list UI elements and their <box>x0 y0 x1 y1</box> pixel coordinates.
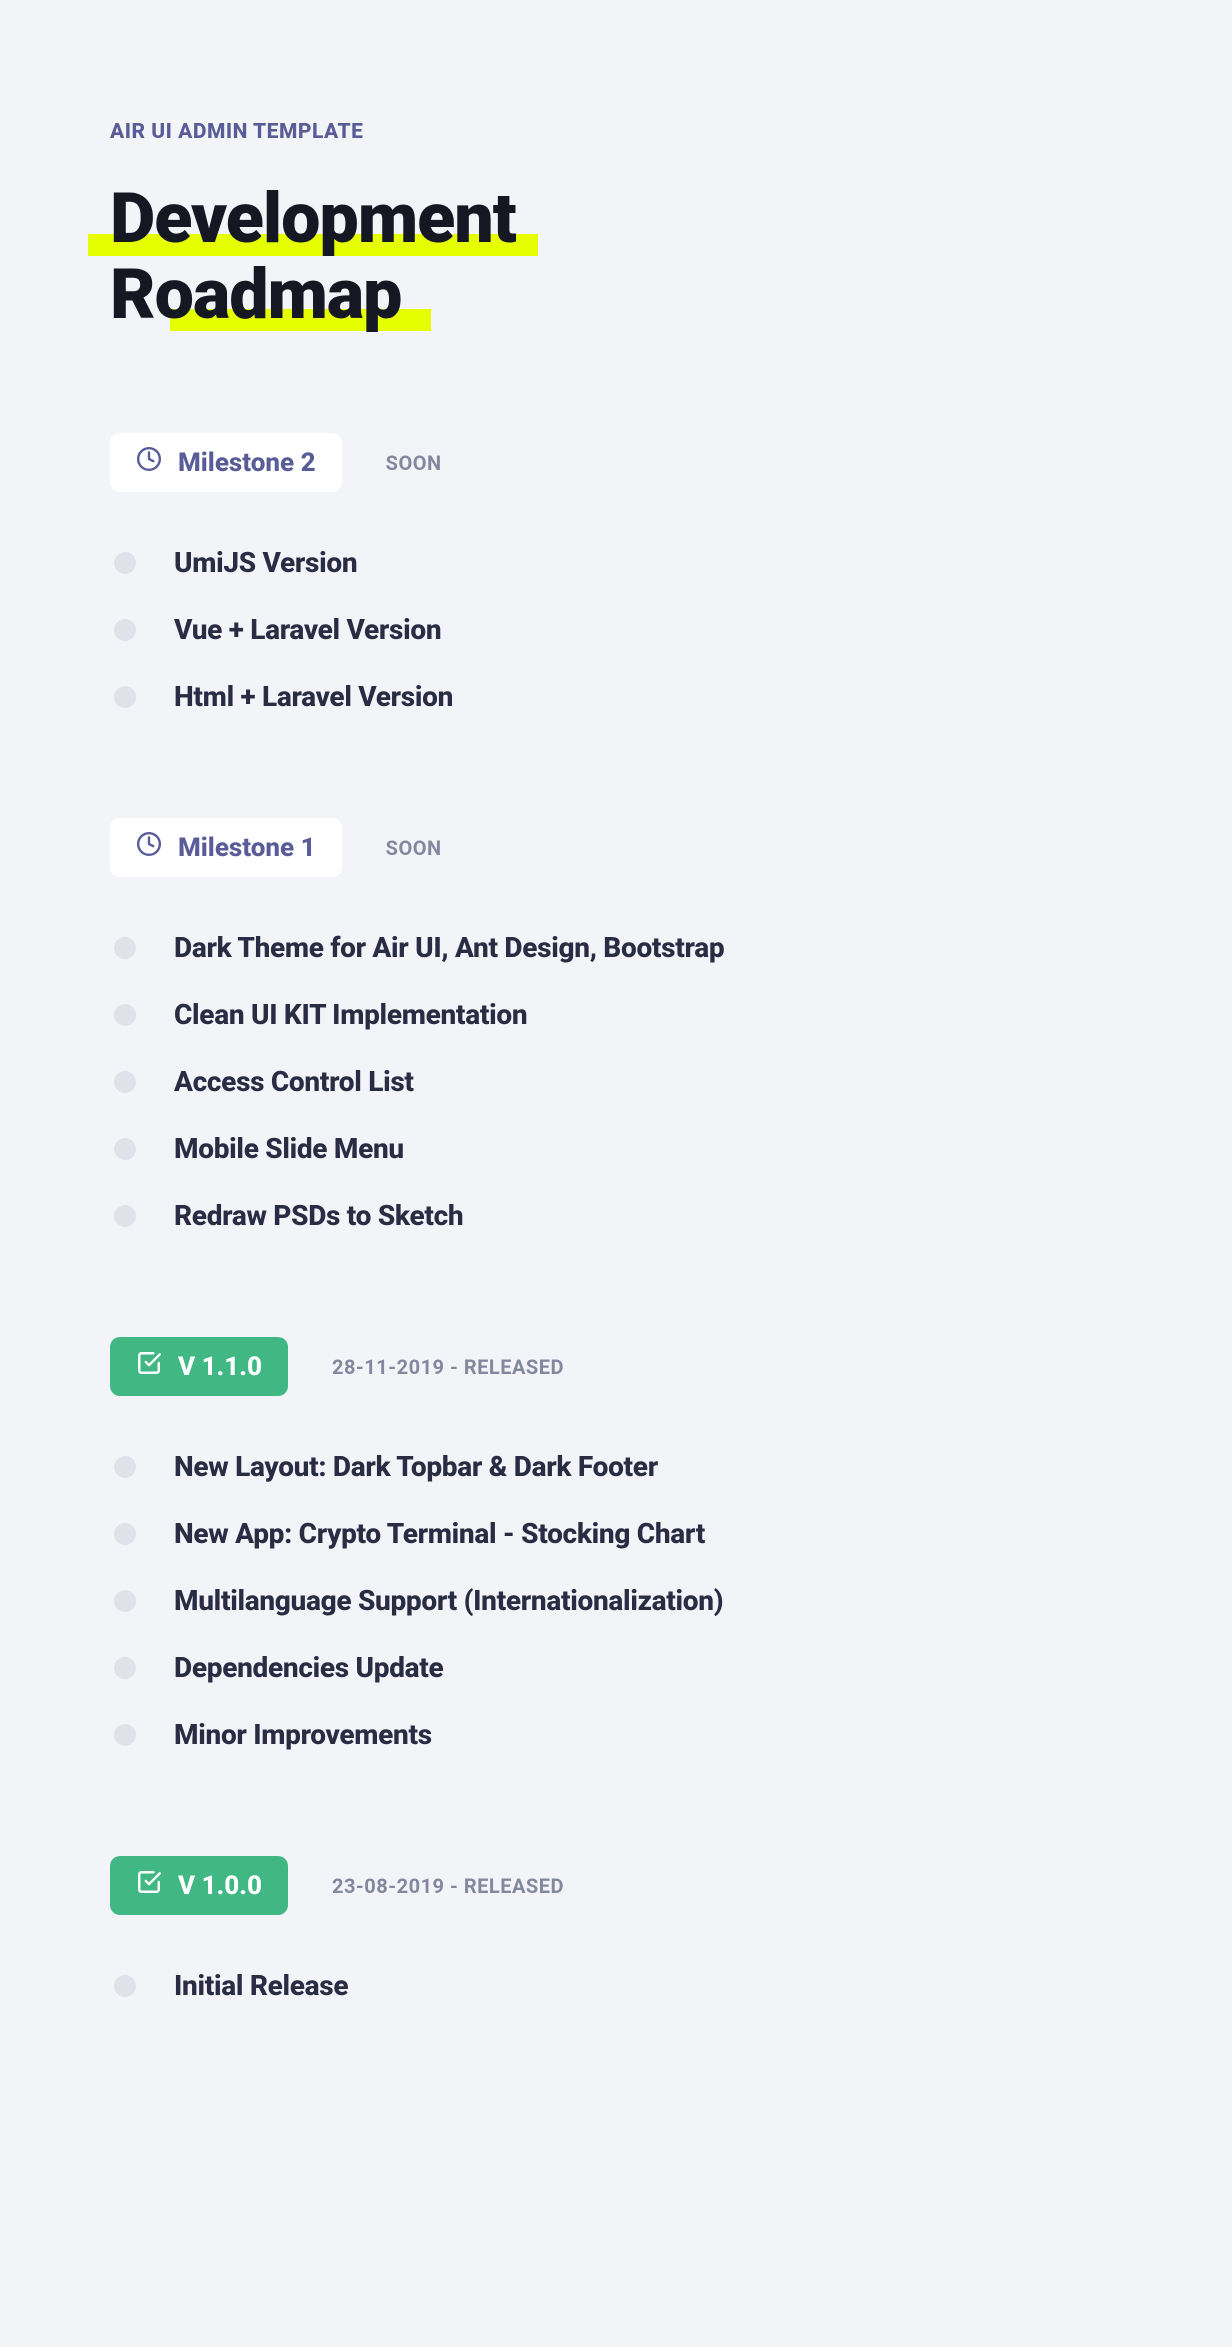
item-label: UmiJS Version <box>174 546 357 579</box>
check-icon <box>136 1350 162 1383</box>
list-item: Dependencies Update <box>114 1651 1122 1684</box>
roadmap-section: Milestone 2 SOON UmiJS Version Vue + Lar… <box>110 433 1122 713</box>
list-item: Multilanguage Support (Internationalizat… <box>114 1584 1122 1617</box>
item-label: Multilanguage Support (Internationalizat… <box>174 1584 723 1617</box>
item-label: Minor Improvements <box>174 1718 432 1751</box>
bullet-icon <box>114 1071 136 1093</box>
roadmap-section: V 1.1.0 28-11-2019 - RELEASED New Layout… <box>110 1337 1122 1751</box>
list-item: Vue + Laravel Version <box>114 613 1122 646</box>
bullet-icon <box>114 1724 136 1746</box>
title-line-1: Development <box>110 182 516 258</box>
badge-label: V 1.1.0 <box>178 1352 262 1382</box>
item-list: New Layout: Dark Topbar & Dark Footer Ne… <box>110 1450 1122 1751</box>
item-label: Vue + Laravel Version <box>174 613 441 646</box>
roadmap-section: V 1.0.0 23-08-2019 - RELEASED Initial Re… <box>110 1856 1122 2002</box>
badge-meta: 28-11-2019 - RELEASED <box>332 1355 564 1379</box>
version-badge: V 1.1.0 <box>110 1337 288 1396</box>
item-label: Dark Theme for Air UI, Ant Design, Boots… <box>174 931 724 964</box>
list-item: Mobile Slide Menu <box>114 1132 1122 1165</box>
item-label: New App: Crypto Terminal - Stocking Char… <box>174 1517 705 1550</box>
item-list: Dark Theme for Air UI, Ant Design, Boots… <box>110 931 1122 1232</box>
badge-label: Milestone 1 <box>178 833 316 863</box>
bullet-icon <box>114 686 136 708</box>
item-label: Access Control List <box>174 1065 414 1098</box>
item-label: Clean UI KIT Implementation <box>174 998 527 1031</box>
list-item: Dark Theme for Air UI, Ant Design, Boots… <box>114 931 1122 964</box>
version-badge: V 1.0.0 <box>110 1856 288 1915</box>
badge-row: Milestone 1 SOON <box>110 818 1122 877</box>
badge-row: Milestone 2 SOON <box>110 433 1122 492</box>
item-list: Initial Release <box>110 1969 1122 2002</box>
list-item: New App: Crypto Terminal - Stocking Char… <box>114 1517 1122 1550</box>
badge-row: V 1.1.0 28-11-2019 - RELEASED <box>110 1337 1122 1396</box>
bullet-icon <box>114 1975 136 1997</box>
clock-icon <box>136 831 162 864</box>
item-label: New Layout: Dark Topbar & Dark Footer <box>174 1450 658 1483</box>
milestone-badge: Milestone 2 <box>110 433 342 492</box>
list-item: Minor Improvements <box>114 1718 1122 1751</box>
badge-label: Milestone 2 <box>178 448 316 478</box>
badge-label: V 1.0.0 <box>178 1871 262 1901</box>
bullet-icon <box>114 1456 136 1478</box>
bullet-icon <box>114 1657 136 1679</box>
bullet-icon <box>114 937 136 959</box>
list-item: Access Control List <box>114 1065 1122 1098</box>
clock-icon <box>136 446 162 479</box>
item-label: Html + Laravel Version <box>174 680 453 713</box>
list-item: Clean UI KIT Implementation <box>114 998 1122 1031</box>
bullet-icon <box>114 1205 136 1227</box>
bullet-icon <box>114 1004 136 1026</box>
eyebrow: AIR UI ADMIN TEMPLATE <box>110 120 1122 144</box>
item-label: Dependencies Update <box>174 1651 443 1684</box>
check-icon <box>136 1869 162 1902</box>
list-item: Redraw PSDs to Sketch <box>114 1199 1122 1232</box>
bullet-icon <box>114 1523 136 1545</box>
item-list: UmiJS Version Vue + Laravel Version Html… <box>110 546 1122 713</box>
milestone-badge: Milestone 1 <box>110 818 342 877</box>
item-label: Redraw PSDs to Sketch <box>174 1199 463 1232</box>
list-item: UmiJS Version <box>114 546 1122 579</box>
item-label: Mobile Slide Menu <box>174 1132 404 1165</box>
badge-row: V 1.0.0 23-08-2019 - RELEASED <box>110 1856 1122 1915</box>
badge-meta: SOON <box>386 836 442 860</box>
bullet-icon <box>114 1590 136 1612</box>
list-item: Html + Laravel Version <box>114 680 1122 713</box>
list-item: New Layout: Dark Topbar & Dark Footer <box>114 1450 1122 1483</box>
bullet-icon <box>114 552 136 574</box>
bullet-icon <box>114 619 136 641</box>
title-line-2: Roadmap <box>110 258 401 334</box>
list-item: Initial Release <box>114 1969 1122 2002</box>
page-title: Development Roadmap <box>110 182 1122 333</box>
bullet-icon <box>114 1138 136 1160</box>
roadmap-section: Milestone 1 SOON Dark Theme for Air UI, … <box>110 818 1122 1232</box>
badge-meta: 23-08-2019 - RELEASED <box>332 1874 564 1898</box>
item-label: Initial Release <box>174 1969 348 2002</box>
badge-meta: SOON <box>386 451 442 475</box>
